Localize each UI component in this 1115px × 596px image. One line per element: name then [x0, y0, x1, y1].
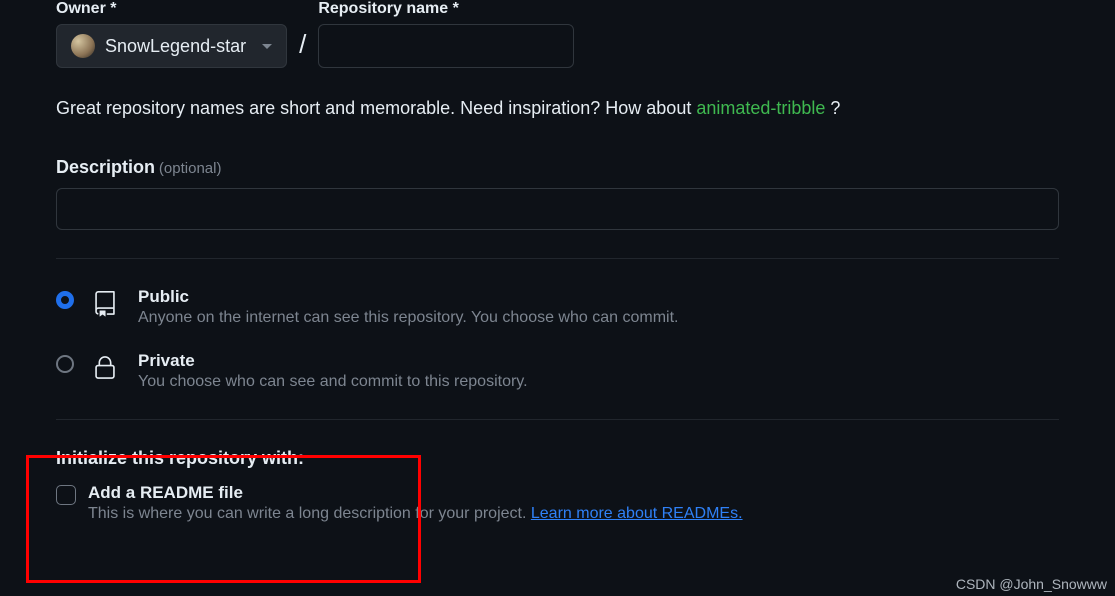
chevron-down-icon	[262, 44, 272, 49]
readme-learn-more-link[interactable]: Learn more about READMEs.	[531, 505, 743, 522]
description-input[interactable]	[56, 188, 1059, 230]
name-hint: Great repository names are short and mem…	[56, 98, 1059, 119]
owner-label: Owner *	[56, 0, 287, 18]
repo-name-label: Repository name *	[318, 0, 574, 18]
slash-separator: /	[295, 29, 310, 68]
private-title: Private	[138, 351, 1059, 371]
description-label: Description	[56, 157, 155, 177]
private-radio[interactable]	[56, 355, 74, 373]
hint-suffix: ?	[825, 98, 840, 118]
owner-selected-text: SnowLegend-star	[105, 36, 246, 57]
public-radio[interactable]	[56, 291, 74, 309]
watermark: CSDN @John_Snowww	[956, 576, 1107, 592]
public-title: Public	[138, 287, 1059, 307]
repo-icon	[92, 289, 120, 322]
divider-2	[56, 419, 1059, 420]
readme-checkbox[interactable]	[56, 485, 76, 505]
divider	[56, 258, 1059, 259]
readme-desc-text: This is where you can write a long descr…	[88, 505, 531, 522]
avatar	[71, 34, 95, 58]
readme-title: Add a README file	[88, 483, 743, 503]
suggestion-link[interactable]: animated-tribble	[696, 98, 825, 118]
repo-name-input[interactable]	[318, 24, 574, 68]
public-desc: Anyone on the internet can see this repo…	[138, 309, 1059, 327]
private-desc: You choose who can see and commit to thi…	[138, 373, 1059, 391]
owner-select[interactable]: SnowLegend-star	[56, 24, 287, 68]
readme-desc: This is where you can write a long descr…	[88, 505, 743, 523]
hint-prefix: Great repository names are short and mem…	[56, 98, 696, 118]
lock-icon	[92, 353, 120, 386]
optional-text: (optional)	[159, 160, 222, 177]
init-heading: Initialize this repository with:	[56, 448, 1059, 469]
